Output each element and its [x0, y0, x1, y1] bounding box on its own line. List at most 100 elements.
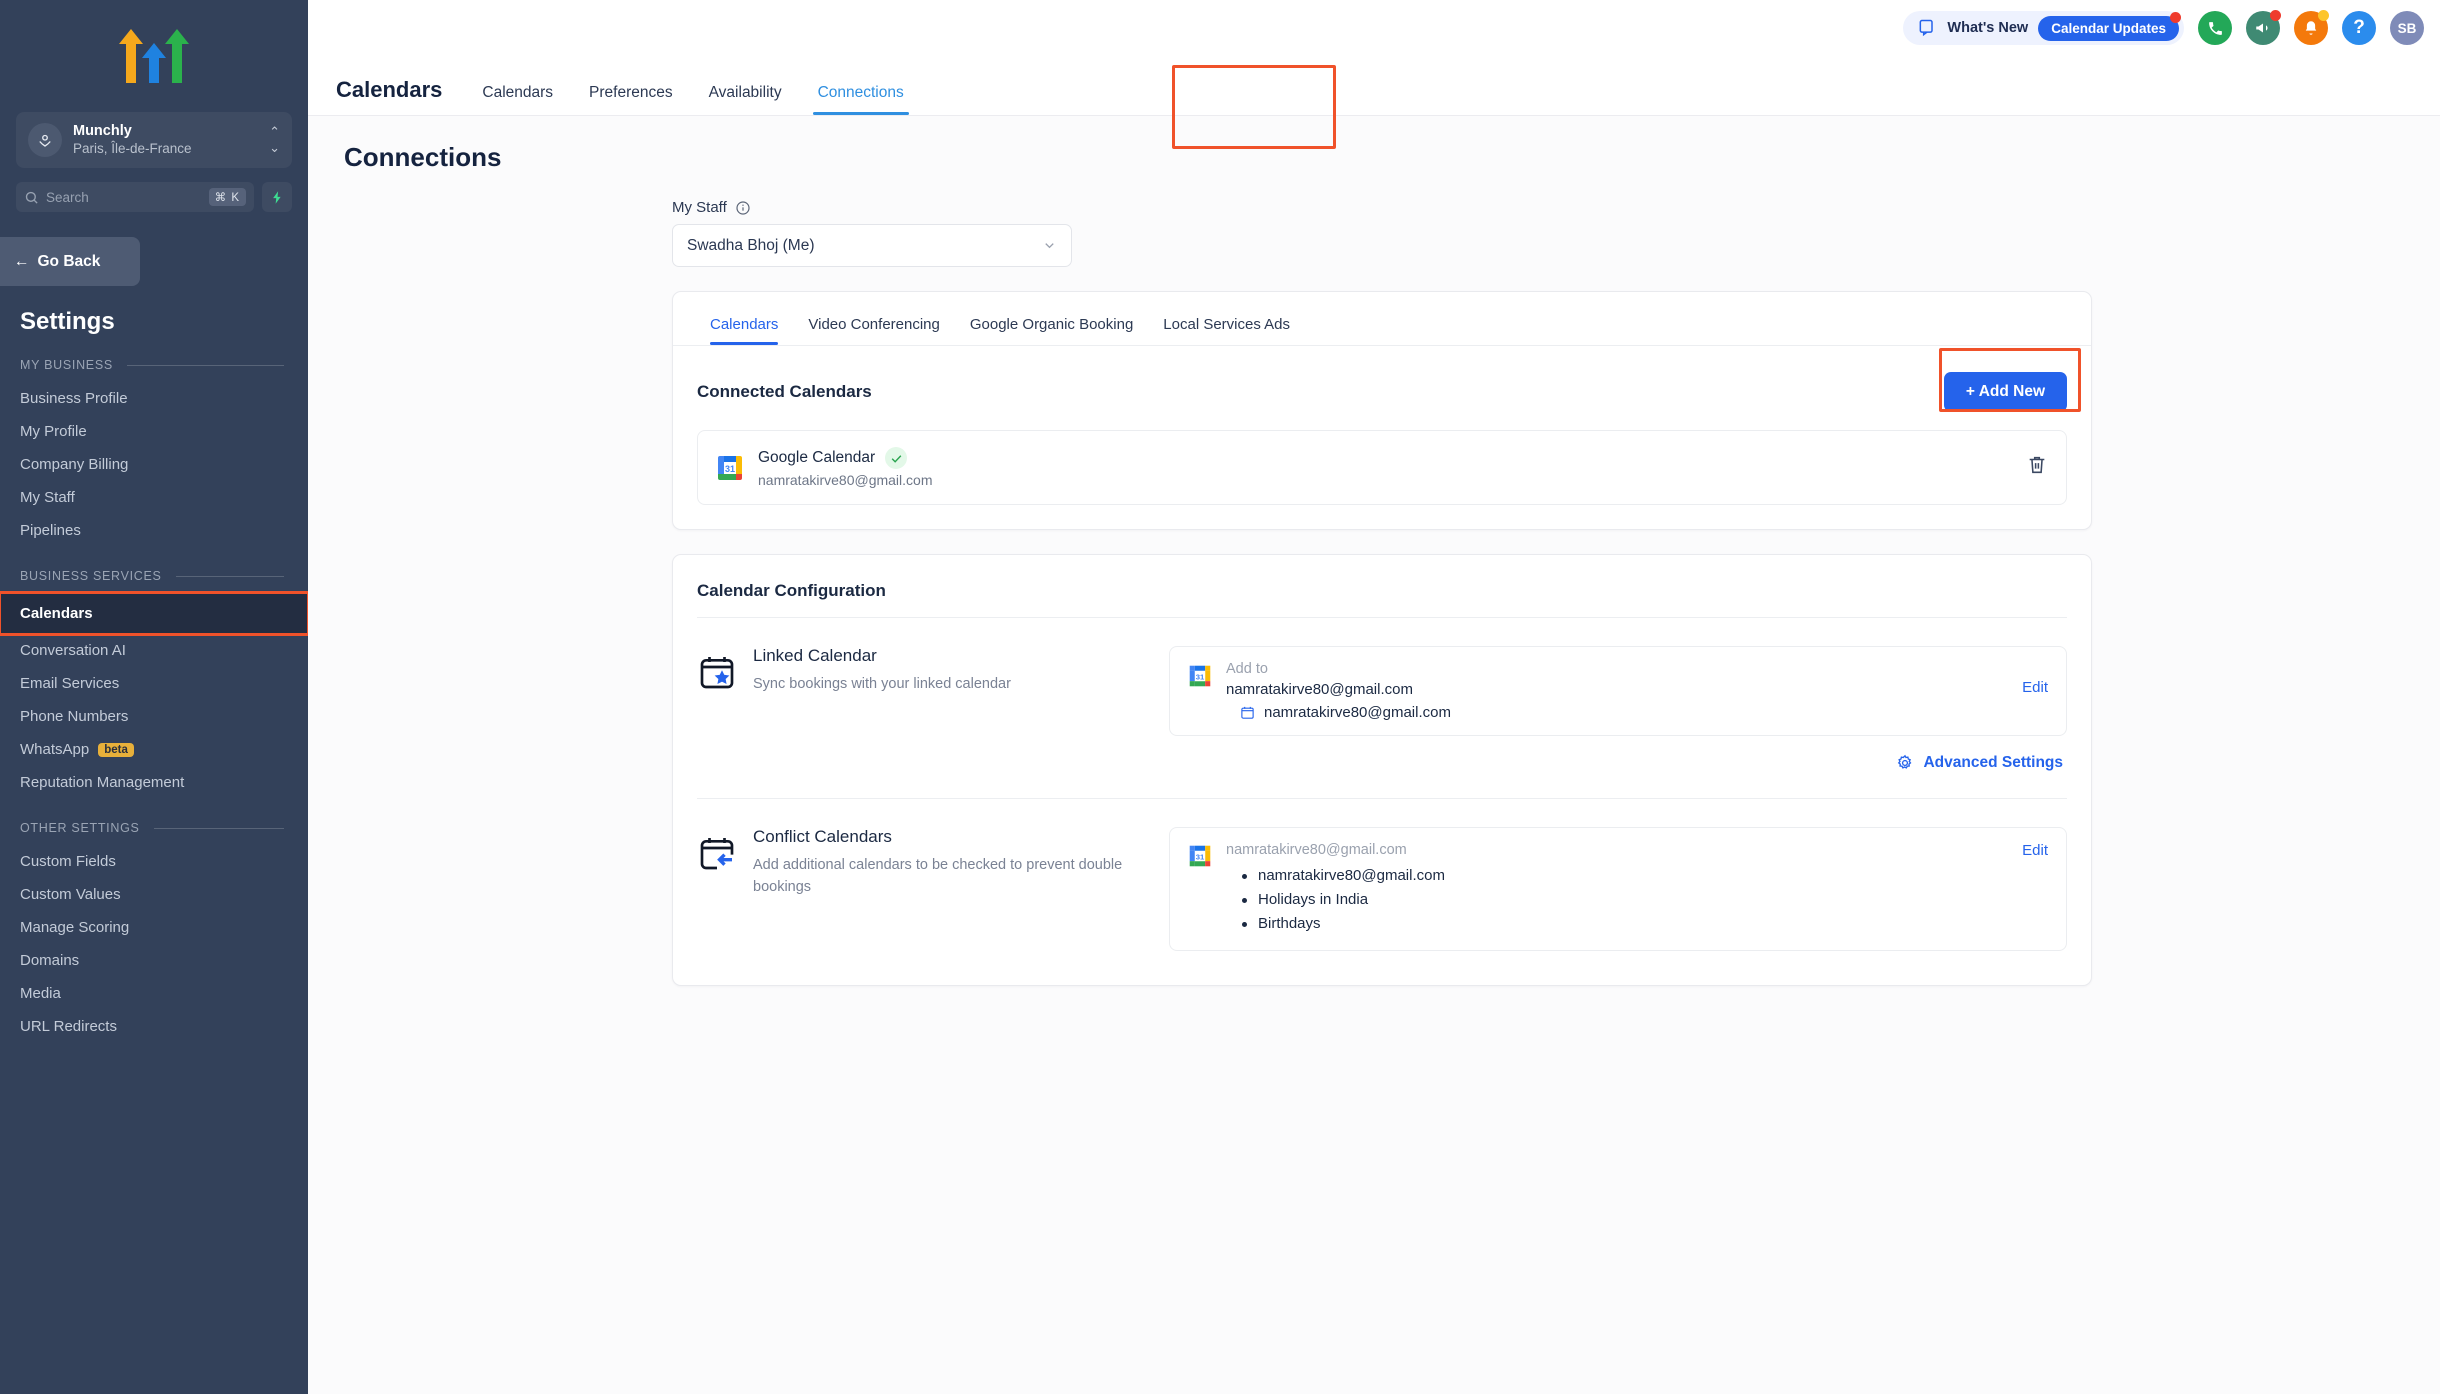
sidebar-item-label: URL Redirects: [20, 1018, 117, 1035]
sidebar-item-my-profile[interactable]: My Profile: [0, 415, 308, 448]
conflict-edit-link[interactable]: Edit: [2022, 842, 2048, 859]
sidebar-item-label: Pipelines: [20, 522, 81, 539]
content-column: My Staff Swadha Bhoj (Me) Calendars Vide…: [672, 199, 2092, 986]
tab-label: Preferences: [589, 84, 673, 101]
linked-calendar-box: 31 Add to namratakirve80@gmail.com namra…: [1169, 646, 2067, 736]
connected-calendar-name: Google Calendar: [758, 449, 876, 466]
megaphone-icon-button[interactable]: [2246, 10, 2281, 45]
linked-calendar-heading: Linked Calendar: [753, 646, 877, 665]
conflict-account: namratakirve80@gmail.com: [1226, 842, 1407, 858]
add-new-button[interactable]: + Add New: [1943, 372, 2067, 412]
connected-calendars-header: Connected Calendars + Add New: [673, 346, 2091, 412]
sub-tab-label: Video Conferencing: [808, 316, 940, 333]
section-header-other-settings: OTHER SETTINGS: [0, 799, 308, 845]
my-staff-label-row: My Staff: [672, 199, 2092, 216]
sub-tab-label: Local Services Ads: [1163, 316, 1291, 333]
sidebar-item-url-redirects[interactable]: URL Redirects: [0, 1010, 308, 1043]
help-icon-button[interactable]: ?: [2342, 11, 2376, 45]
sidebar-item-label: Business Profile: [20, 390, 128, 407]
sidebar-item-email-services[interactable]: Email Services: [0, 667, 308, 700]
ai-sparkle-button[interactable]: [262, 182, 292, 212]
sidebar-item-label: Media: [20, 985, 61, 1002]
sidebar-item-reputation-management[interactable]: Reputation Management: [0, 766, 308, 799]
add-to-label: Add to: [1226, 661, 1268, 677]
logo: [0, 0, 308, 112]
search-row: Search ⌘ K: [16, 182, 292, 212]
calendar-icon: [1241, 706, 1254, 719]
linked-edit-link[interactable]: Edit: [2022, 679, 2048, 696]
advanced-settings-label: Advanced Settings: [1923, 754, 2063, 771]
avatar[interactable]: SB: [2390, 11, 2424, 45]
advanced-settings-link[interactable]: Advanced Settings: [1896, 754, 2063, 772]
sidebar-item-label: Custom Values: [20, 886, 121, 903]
sub-tab-calendars[interactable]: Calendars: [695, 310, 793, 345]
chevron-updown-icon: ⌃ ⌄: [269, 124, 280, 155]
announcement-icon: [1919, 19, 1934, 37]
delete-calendar-button[interactable]: [2026, 454, 2048, 481]
list-item: Birthdays: [1240, 912, 2008, 936]
google-calendar-icon: 31: [1189, 665, 1211, 687]
list-item: namratakirve80@gmail.com: [1240, 864, 2008, 888]
search-placeholder: Search: [46, 189, 89, 205]
trash-icon: [2029, 456, 2045, 474]
sidebar-item-phone-numbers[interactable]: Phone Numbers: [0, 700, 308, 733]
avatar-initials: SB: [2397, 20, 2417, 36]
location-sub: Paris, Île-de-France: [73, 141, 192, 156]
notification-dot-icon: [2318, 10, 2329, 21]
connected-calendar-row: 31 Google Calendar namratakirve80@gmail.…: [697, 430, 2067, 505]
linked-account: namratakirve80@gmail.com: [1226, 681, 1413, 698]
tab-preferences[interactable]: Preferences: [571, 84, 691, 115]
sidebar-item-pipelines[interactable]: Pipelines: [0, 514, 308, 547]
conflict-calendar-list: namratakirve80@gmail.com Holidays in Ind…: [1226, 864, 2008, 936]
page-tabs: Calendars Preferences Availability Conne…: [464, 84, 921, 115]
sidebar-item-whatsapp[interactable]: WhatsApp beta: [0, 733, 308, 766]
calendar-updates-pill[interactable]: Calendar Updates: [2038, 11, 2181, 41]
sub-tab-google-organic-booking[interactable]: Google Organic Booking: [955, 310, 1148, 345]
sidebar-item-custom-fields[interactable]: Custom Fields: [0, 845, 308, 878]
sidebar-item-domains[interactable]: Domains: [0, 944, 308, 977]
main-area: What's New Calendar Updates ? SB Calenda…: [308, 0, 2440, 1394]
bell-icon-button[interactable]: [2294, 10, 2329, 45]
location-switcher[interactable]: Munchly Paris, Île-de-France ⌃ ⌄: [16, 112, 292, 168]
my-staff-label: My Staff: [672, 199, 727, 216]
app-root: Munchly Paris, Île-de-France ⌃ ⌄ Search ⌘…: [0, 0, 2440, 1394]
sidebar-item-business-profile[interactable]: Business Profile: [0, 382, 308, 415]
tab-calendars[interactable]: Calendars: [464, 84, 571, 115]
go-back-button[interactable]: ← Go Back: [0, 237, 140, 286]
divider: [153, 827, 284, 829]
sidebar-item-company-billing[interactable]: Company Billing: [0, 448, 308, 481]
sidebar-item-manage-scoring[interactable]: Manage Scoring: [0, 911, 308, 944]
sidebar-item-custom-values[interactable]: Custom Values: [0, 878, 308, 911]
sidebar-item-calendars[interactable]: Calendars: [0, 591, 308, 636]
verified-check-icon: [885, 447, 908, 469]
svg-text:31: 31: [1196, 852, 1205, 861]
sub-tab-video-conferencing[interactable]: Video Conferencing: [793, 310, 954, 345]
search-shortcut: ⌘ K: [208, 188, 246, 206]
tab-availability[interactable]: Availability: [691, 84, 800, 115]
whats-new-banner[interactable]: What's New Calendar Updates: [1903, 11, 2184, 45]
tab-connections[interactable]: Connections: [800, 84, 922, 115]
info-icon[interactable]: [735, 200, 751, 216]
page-nav-title: Calendars: [336, 77, 443, 102]
top-bar: What's New Calendar Updates ? SB: [308, 0, 2440, 56]
divider: [175, 575, 284, 577]
conflict-calendars-subtext: Add additional calendars to be checked t…: [753, 857, 1123, 895]
linked-calendar-name: namratakirve80@gmail.com: [1264, 704, 1451, 721]
back-arrow-icon: ←: [14, 252, 30, 270]
calendar-star-icon: [697, 652, 737, 692]
phone-icon-button[interactable]: [2198, 11, 2232, 45]
sidebar-item-label: Conversation AI: [20, 642, 126, 659]
staff-select[interactable]: Swadha Bhoj (Me): [672, 224, 1072, 267]
beta-badge: beta: [98, 742, 134, 757]
megaphone-icon: [2256, 23, 2268, 33]
sidebar-item-label: My Profile: [20, 423, 87, 440]
connected-calendar-email: namratakirve80@gmail.com: [758, 472, 933, 488]
search-input[interactable]: Search ⌘ K: [16, 182, 254, 212]
sidebar-item-media[interactable]: Media: [0, 977, 308, 1010]
conflict-calendars-text: Conflict Calendars Add additional calend…: [753, 827, 1153, 898]
sidebar-item-conversation-ai[interactable]: Conversation AI: [0, 634, 308, 667]
sub-tab-local-services-ads[interactable]: Local Services Ads: [1148, 310, 1305, 345]
tab-label: Availability: [708, 84, 782, 101]
sub-tab-label: Calendars: [710, 316, 779, 333]
sidebar-item-my-staff[interactable]: My Staff: [0, 481, 308, 514]
